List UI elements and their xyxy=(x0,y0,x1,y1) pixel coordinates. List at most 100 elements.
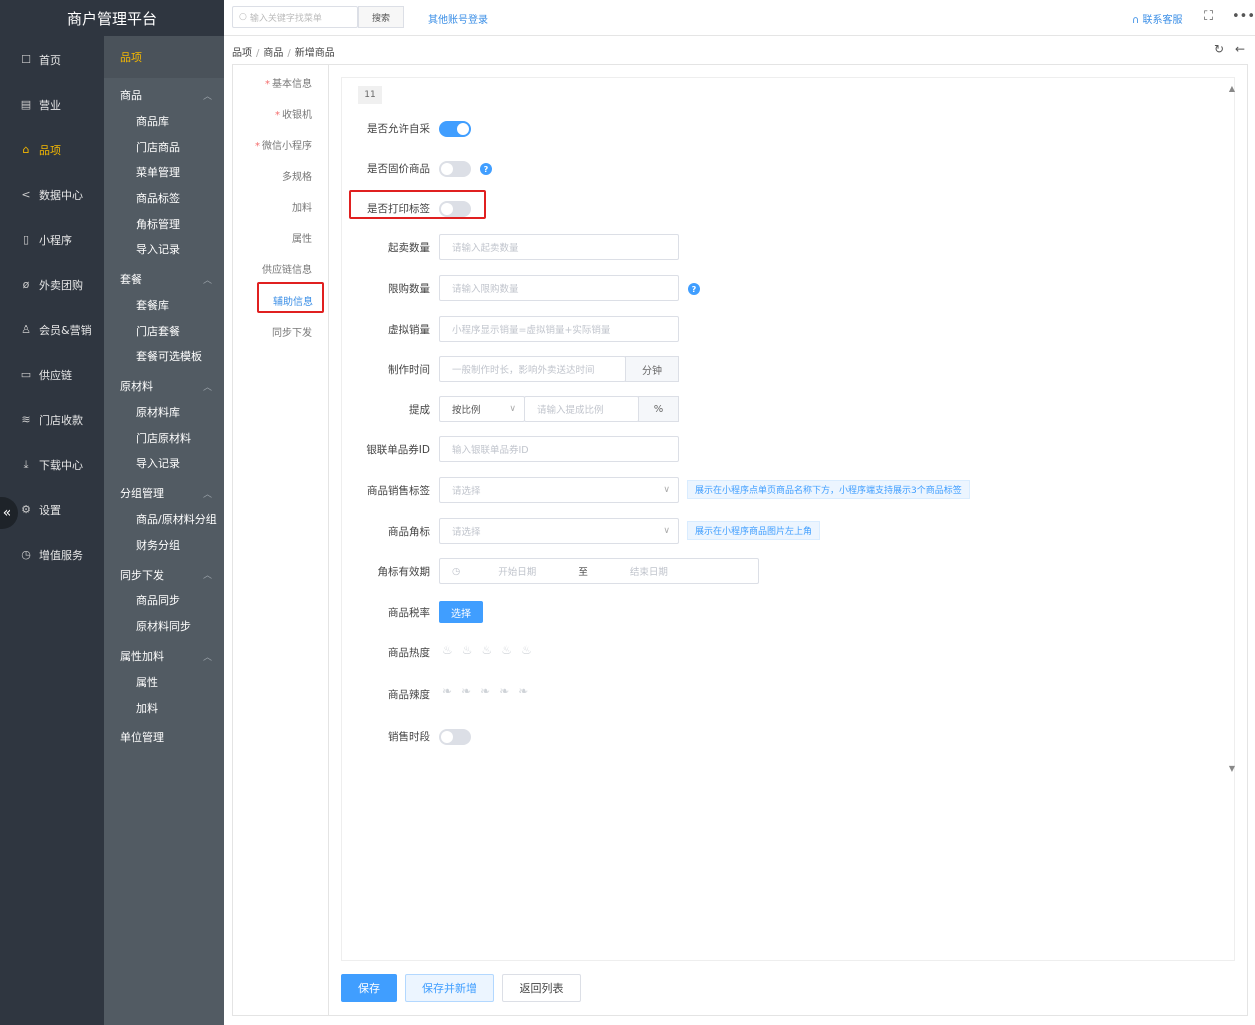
sale-tags-select[interactable]: 请选择 ∨ xyxy=(439,477,679,503)
subnav-groups: 商品 ︿ 商品库 门店商品 菜单管理 商品标签 角标管理 导入记录 套餐 ︿ 套餐库 门店套餐 套餐可选… xyxy=(104,82,224,750)
nav-item[interactable]: ≋ 门店收款 xyxy=(0,397,104,442)
subnav-item[interactable]: 商品/原材料分组 xyxy=(104,506,224,532)
fullscreen-icon[interactable]: ⛶ xyxy=(1204,9,1213,24)
flame-icon[interactable]: ♨ xyxy=(462,643,473,657)
subnav-item[interactable]: 门店原材料 xyxy=(104,425,224,451)
virtual-sales-input[interactable]: 小程序显示销量=虚拟销量+实际销量 xyxy=(439,316,679,342)
nav-item[interactable]: ♙ 会员&营销 xyxy=(0,307,104,352)
chili-icon[interactable]: ❧ xyxy=(480,684,490,698)
virtual-sales-label: 虚拟销量 xyxy=(388,324,430,336)
min-sale-input[interactable]: 请输入起卖数量 xyxy=(439,234,679,260)
flame-icon[interactable]: ♨ xyxy=(482,643,493,657)
subnav-item[interactable]: 导入记录 xyxy=(104,236,224,262)
limit-buy-input[interactable]: 请输入限购数量 xyxy=(439,275,679,301)
menu-search-input[interactable]: ○ 输入关键字找菜单 xyxy=(232,6,358,28)
other-account-login-link[interactable]: 其他账号登录 xyxy=(428,11,488,26)
nav-item[interactable]: ⌂ 品项 xyxy=(0,127,104,172)
subnav-item[interactable]: 商品同步 xyxy=(104,588,224,614)
subnav-item[interactable]: 财务分组 xyxy=(104,532,224,558)
truck-icon: ▭ xyxy=(20,368,32,381)
fixed-price-switch[interactable] xyxy=(439,161,471,177)
subnav-item[interactable]: 角标管理 xyxy=(104,211,224,237)
flame-icon[interactable]: ♨ xyxy=(521,643,532,657)
subnav-group-label: 原材料 xyxy=(120,380,153,394)
make-time-label: 制作时间 xyxy=(388,364,430,376)
required-mark: * xyxy=(265,79,270,90)
subnav-group[interactable]: 商品 ︿ xyxy=(104,82,224,108)
more-icon[interactable]: ••• xyxy=(1232,9,1255,24)
subnav-group[interactable]: 同步下发 ︿ xyxy=(104,562,224,588)
corner-mark-tip: 展示在小程序商品图片左上角 xyxy=(687,521,821,540)
help-icon[interactable]: ? xyxy=(688,283,700,295)
subnav-item[interactable]: 加料 xyxy=(104,695,224,721)
subnav-group[interactable]: 分组管理 ︿ xyxy=(104,480,224,506)
refresh-icon[interactable]: ↻ xyxy=(1214,42,1224,56)
subnav-item[interactable]: 菜单管理 xyxy=(104,159,224,185)
chevron-up-icon: ︿ xyxy=(202,382,212,393)
min-sale-label: 起卖数量 xyxy=(388,242,430,254)
help-icon[interactable]: ? xyxy=(480,163,492,175)
subnav-item[interactable]: 套餐库 xyxy=(104,292,224,318)
subnav-group[interactable]: 套餐 ︿ xyxy=(104,266,224,292)
nav-item[interactable]: ø 外卖团购 xyxy=(0,262,104,307)
nav-item[interactable]: ▤ 营业 xyxy=(0,82,104,127)
headset-icon: ∩ xyxy=(1132,15,1143,26)
database-icon: ≋ xyxy=(21,413,31,426)
nav-item[interactable]: ☐ 首页 xyxy=(0,37,104,82)
subnav-group[interactable]: 单位管理 xyxy=(104,724,224,750)
subnav-item[interactable]: 门店商品 xyxy=(104,134,224,160)
make-time-input[interactable]: 一般制作时长，影响外卖送达时间 xyxy=(439,356,626,382)
search-button[interactable]: 搜索 xyxy=(358,6,404,28)
tab-item[interactable]: * 收银机 xyxy=(275,106,312,121)
nav-item[interactable]: < 数据中心 xyxy=(0,172,104,217)
breadcrumb-item[interactable]: 商品 xyxy=(263,48,283,59)
chevron-down-icon: ∨ xyxy=(663,526,670,536)
unionpay-id-input[interactable]: 输入银联单品券ID xyxy=(439,436,679,462)
flame-icon[interactable]: ♨ xyxy=(501,643,512,657)
customer-service-link[interactable]: ∩ 联系客服 xyxy=(1132,11,1183,26)
flame-icon[interactable]: ♨ xyxy=(442,643,453,657)
save-and-new-button[interactable]: 保存并新增 xyxy=(405,974,494,1002)
chili-icon[interactable]: ❧ xyxy=(499,684,509,698)
subnav-item[interactable]: 套餐可选模板 xyxy=(104,344,224,370)
tab-item[interactable]: * 基本信息 xyxy=(265,75,312,90)
nav-item-label: 会员&营销 xyxy=(39,323,92,337)
chili-icon[interactable]: ❧ xyxy=(461,684,471,698)
home-icon: ☐ xyxy=(21,53,31,66)
sale-period-switch[interactable] xyxy=(439,729,471,745)
nav-item[interactable]: ⤓ 下载中心 xyxy=(0,442,104,487)
subnav-group[interactable]: 属性加料 ︿ xyxy=(104,643,224,669)
subnav-item[interactable]: 商品库 xyxy=(104,108,224,134)
allow-self-pick-switch[interactable] xyxy=(439,121,471,137)
end-date[interactable]: 结束日期 xyxy=(630,564,668,578)
nav-item[interactable]: ▭ 供应链 xyxy=(0,352,104,397)
scroll-down-icon[interactable]: ▼ xyxy=(1229,764,1235,773)
back-arrow-icon[interactable]: ← xyxy=(1235,42,1245,56)
start-date[interactable]: 开始日期 xyxy=(498,564,536,578)
subnav-item[interactable]: 导入记录 xyxy=(104,451,224,477)
chili-icon[interactable]: ❧ xyxy=(442,684,452,698)
breadcrumb-item[interactable]: 品项 xyxy=(232,48,252,59)
subnav-item[interactable]: 原材料库 xyxy=(104,399,224,425)
tax-rate-select-button[interactable]: 选择 xyxy=(439,601,483,623)
commission-rate-input[interactable]: 请输入提成比例 xyxy=(524,396,639,422)
subnav-item[interactable]: 门店套餐 xyxy=(104,318,224,344)
commission-mode-select[interactable]: 按比例 ∨ xyxy=(439,396,525,422)
back-to-list-button[interactable]: 返回列表 xyxy=(502,974,581,1002)
tab-item[interactable]: * 微信小程序 xyxy=(255,137,312,152)
save-button[interactable]: 保存 xyxy=(341,974,397,1002)
subnav-item[interactable]: 商品标签 xyxy=(104,185,224,211)
corner-validity-range[interactable]: ◷ 开始日期 至 结束日期 xyxy=(439,558,759,584)
nav-item[interactable]: ▯ 小程序 xyxy=(0,217,104,262)
nav-item-label: 增值服务 xyxy=(39,548,83,562)
nav-item[interactable]: ◷ 增值服务 xyxy=(0,532,104,577)
heat-rating[interactable]: ♨ ♨ ♨ ♨ ♨ xyxy=(442,643,532,657)
subnav-item[interactable]: 原材料同步 xyxy=(104,613,224,639)
subnav-item[interactable]: 属性 xyxy=(104,669,224,695)
scroll-up-icon[interactable]: ▲ xyxy=(1229,84,1235,93)
subnav-group[interactable]: 原材料 ︿ xyxy=(104,373,224,399)
chili-icon[interactable]: ❧ xyxy=(518,684,528,698)
corner-mark-select[interactable]: 请选择 ∨ xyxy=(439,518,679,544)
tab-item[interactable]: 供应链信息 xyxy=(262,261,312,276)
spicy-rating[interactable]: ❧ ❧ ❧ ❧ ❧ xyxy=(442,684,528,698)
